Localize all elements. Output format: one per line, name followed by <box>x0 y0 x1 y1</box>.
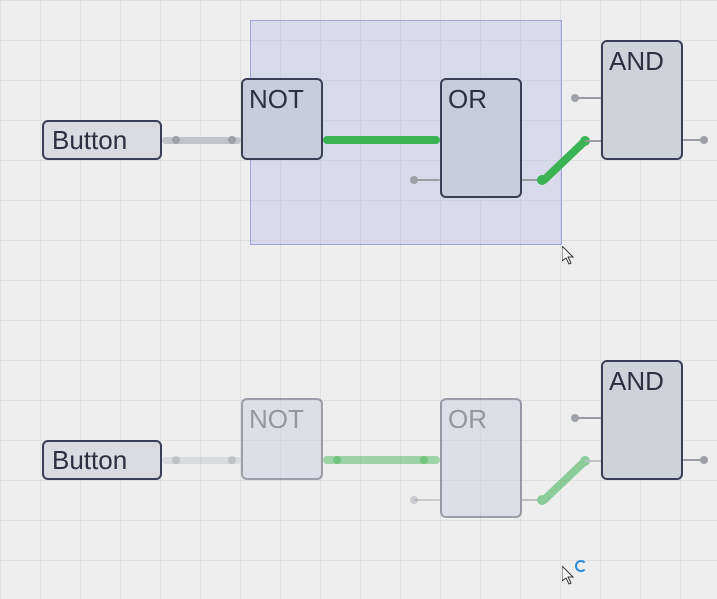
port-or-in1-top <box>420 136 428 144</box>
port-and-out-top <box>700 136 708 144</box>
and-gate-bottom[interactable]: AND <box>601 360 683 480</box>
port-and-in1-top <box>571 94 579 102</box>
cursor-busy-icon <box>575 560 587 572</box>
button-node-label: Button <box>52 445 127 476</box>
port-or-in1-bottom <box>420 456 428 464</box>
port-not-out-top <box>333 136 341 144</box>
not-gate-label: NOT <box>249 404 304 435</box>
port-or-in2-bottom <box>410 496 418 504</box>
port-button-out-top <box>172 136 180 144</box>
port-not-out-bottom <box>333 456 341 464</box>
or-gate-label: OR <box>448 84 487 115</box>
and-gate-label: AND <box>609 46 664 77</box>
or-gate-top[interactable]: OR <box>440 78 522 198</box>
not-gate-top[interactable]: NOT <box>241 78 323 160</box>
port-and-in1-bottom <box>571 414 579 422</box>
port-or-in2-top <box>410 176 418 184</box>
not-gate-bottom[interactable]: NOT <box>241 398 323 480</box>
button-node-top[interactable]: Button <box>42 120 162 160</box>
cursor-pointer-top <box>562 246 578 266</box>
and-gate-label: AND <box>609 366 664 397</box>
port-and-out-bottom <box>700 456 708 464</box>
and-gate-top[interactable]: AND <box>601 40 683 160</box>
or-gate-label: OR <box>448 404 487 435</box>
not-gate-label: NOT <box>249 84 304 115</box>
or-gate-bottom[interactable]: OR <box>440 398 522 518</box>
button-node-label: Button <box>52 125 127 156</box>
port-not-in-top <box>228 136 236 144</box>
port-button-out-bottom <box>172 456 180 464</box>
port-not-in-bottom <box>228 456 236 464</box>
button-node-bottom[interactable]: Button <box>42 440 162 480</box>
